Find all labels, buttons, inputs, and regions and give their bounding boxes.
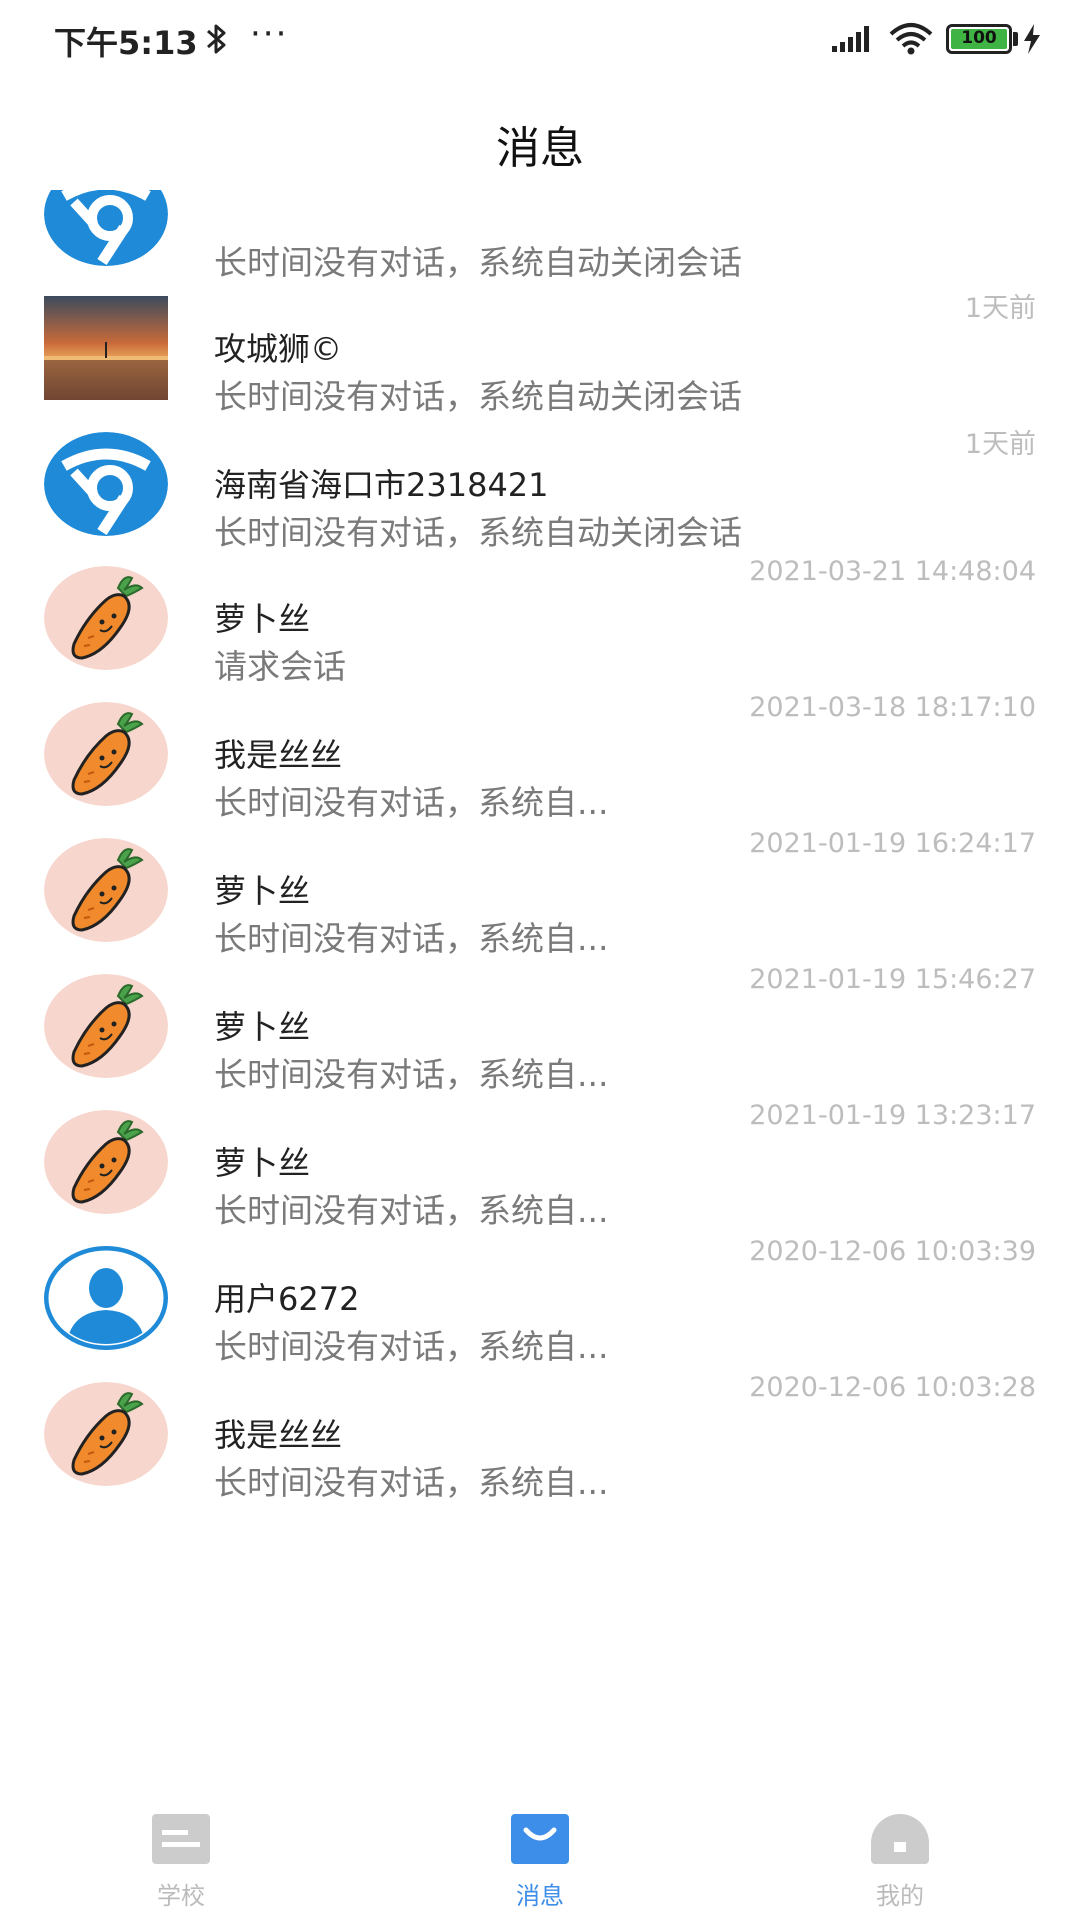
carrot-icon xyxy=(44,838,168,942)
conversation-name: 萝卜丝 xyxy=(214,872,311,910)
conversation-name: 萝卜丝 xyxy=(214,1144,311,1182)
conversation-timestamp: 2021-03-21 14:48:04 xyxy=(749,556,1036,587)
more-notifications-icon: ··· xyxy=(250,14,289,54)
message-icon xyxy=(511,1814,569,1864)
charging-icon xyxy=(1022,24,1042,58)
carrot-icon xyxy=(44,1382,168,1486)
tab-school[interactable]: 学校 xyxy=(81,1790,281,1920)
status-bar: 下午5:13 ··· 100 xyxy=(0,0,1080,80)
conversation-name: 我是丝丝 xyxy=(214,736,343,774)
tab-messages-label: 消息 xyxy=(516,1882,564,1910)
carrot-icon xyxy=(44,1110,168,1214)
wifi-icon xyxy=(888,22,934,60)
conversation-timestamp: 1天前 xyxy=(964,293,1036,324)
browser-logo-icon xyxy=(44,432,168,536)
battery-icon: 100 xyxy=(946,24,1012,54)
conversation-name: 萝卜丝 xyxy=(214,600,311,638)
carrot-icon xyxy=(44,566,168,670)
conversation-name: 海南省海口市2318421 xyxy=(214,466,549,504)
conversation-timestamp: 2021-03-18 18:17:10 xyxy=(749,692,1036,723)
tab-school-label: 学校 xyxy=(157,1882,205,1910)
avatar-photo xyxy=(44,296,168,400)
tab-profile-label: 我的 xyxy=(876,1882,924,1910)
conversation-timestamp: 2020-12-06 10:03:28 xyxy=(749,1372,1036,1403)
cell-signal-icon xyxy=(832,24,878,58)
user-silhouette-icon xyxy=(44,1246,168,1350)
carrot-icon xyxy=(44,974,168,1078)
profile-icon xyxy=(871,1814,929,1864)
conversation-timestamp: 2020-12-06 10:03:39 xyxy=(749,1236,1036,1267)
conversation-timestamp: 2021-01-19 16:24:17 xyxy=(749,828,1036,859)
conversation-preview: 长时间没有对话，系统自... xyxy=(214,1463,609,1502)
conversation-name: 萝卜丝 xyxy=(214,1008,311,1046)
battery-level: 100 xyxy=(961,28,997,48)
conversation-name: 我是丝丝 xyxy=(214,1416,343,1454)
conversation-timestamp: 2021-01-19 13:23:17 xyxy=(749,1100,1036,1131)
tab-profile[interactable]: 我的 xyxy=(800,1790,1000,1920)
conversation-name: 攻城狮© xyxy=(214,330,343,368)
conversation-list[interactable]: 长时间没有对话，系统自动关闭会话 攻城狮© 长时间没有对话，系统自动关闭会话 1天前海… xyxy=(0,190,1080,1780)
conversation-timestamp: 2021-01-19 15:46:27 xyxy=(749,964,1036,995)
browser-logo-icon xyxy=(44,190,168,266)
conversation-timestamp: 1天前 xyxy=(964,429,1036,460)
school-icon xyxy=(152,1814,210,1864)
status-time: 下午5:13 xyxy=(54,24,198,62)
conversation-name: 用户6272 xyxy=(214,1280,360,1318)
bottom-tab-bar: 学校 消息 我的 xyxy=(0,1790,1080,1920)
carrot-icon xyxy=(44,702,168,806)
conversation-row[interactable]: 我是丝丝长时间没有对话，系统自... 2020-12-06 10:03:28 xyxy=(0,1352,1080,1518)
bluetooth-icon xyxy=(204,22,230,60)
tab-messages[interactable]: 消息 xyxy=(440,1790,640,1920)
page-title: 消息 xyxy=(496,123,584,174)
